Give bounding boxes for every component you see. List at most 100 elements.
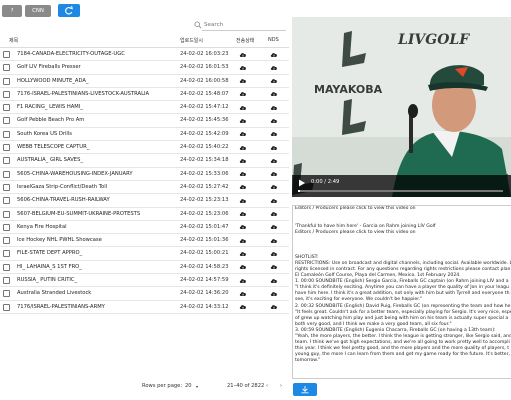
- row-checkbox[interactable]: [3, 237, 10, 245]
- cloud-download-icon[interactable]: [270, 130, 278, 137]
- cloud-download-icon[interactable]: [239, 183, 247, 190]
- row-title: FILE-STATE DEPT APPRO_: [17, 250, 83, 257]
- header-date[interactable]: 업로드일시: [180, 37, 203, 44]
- row-checkbox[interactable]: [3, 104, 10, 112]
- row-checkbox[interactable]: [3, 223, 10, 231]
- play-icon[interactable]: [298, 179, 306, 187]
- table-row[interactable]: 5605-CHINA-WAREHOUSING-INDEX-JANUARY 24-0…: [0, 168, 289, 181]
- refresh-button[interactable]: [58, 4, 80, 17]
- cloud-download-icon[interactable]: [270, 77, 278, 84]
- cloud-download-icon[interactable]: [239, 130, 247, 137]
- cloud-download-icon[interactable]: [239, 290, 247, 297]
- row-checkbox[interactable]: [3, 183, 10, 191]
- row-checkbox[interactable]: [3, 51, 10, 58]
- table-row[interactable]: F1 RACING_ LEWIS HAMI_ 24-02-02 15:47:12: [0, 101, 289, 115]
- cloud-download-icon[interactable]: [270, 237, 278, 244]
- cloud-download-icon[interactable]: [239, 303, 247, 310]
- row-checkbox[interactable]: [3, 303, 10, 311]
- table-row[interactable]: South Korea US Drills 24-02-02 15:42:09: [0, 128, 289, 142]
- table-row[interactable]: Golf LIV Fireballs Presser 24-02-02 16:01…: [0, 61, 289, 75]
- row-checkbox[interactable]: [3, 130, 10, 138]
- table-row[interactable]: Golf Pebble Beach Pro Am 24-02-02 15:45:3…: [0, 114, 289, 128]
- table-row[interactable]: Kenya Fire Hospital 24-02-02 15:01:47: [0, 221, 289, 235]
- video-progress-bar[interactable]: [298, 190, 503, 192]
- cloud-download-icon[interactable]: [270, 303, 278, 310]
- row-checkbox[interactable]: [3, 197, 10, 205]
- row-checkbox[interactable]: [3, 290, 10, 298]
- search-input[interactable]: [202, 19, 286, 31]
- header-nds[interactable]: NDS: [268, 37, 279, 43]
- cloud-download-icon[interactable]: [270, 117, 278, 124]
- cloud-download-icon[interactable]: [270, 104, 278, 111]
- cloud-download-icon[interactable]: [270, 290, 278, 297]
- cloud-download-icon[interactable]: [239, 117, 247, 124]
- row-title: AUSTRALIA_ GIRL SAVES_: [17, 157, 83, 164]
- cloud-download-icon[interactable]: [270, 51, 278, 58]
- cloud-download-icon[interactable]: [239, 210, 247, 217]
- cloud-download-icon[interactable]: [270, 90, 278, 97]
- cloud-download-icon[interactable]: [239, 51, 247, 58]
- cloud-download-icon[interactable]: [239, 170, 247, 177]
- table-row[interactable]: 7176/ISRAEL-PALESTINIANS-ARMY 24-02-02 14…: [0, 301, 289, 314]
- table-row[interactable]: 7176-ISRAEL-PALESTINIANS-LIVESTOCK-AUSTR…: [0, 88, 289, 102]
- cloud-download-icon[interactable]: [270, 250, 278, 257]
- row-checkbox[interactable]: [3, 277, 10, 285]
- row-checkbox[interactable]: [3, 77, 10, 85]
- row-checkbox[interactable]: [3, 250, 10, 258]
- table-row[interactable]: 5607-BELGIUM-EU-SUMMIT-UKRAINE-PROTESTS 2…: [0, 208, 289, 221]
- cloud-download-icon[interactable]: [239, 197, 247, 204]
- cloud-download-icon[interactable]: [270, 263, 278, 270]
- table-row[interactable]: Ice Hockey NHL PWHL Showcase 24-02-02 15:…: [0, 234, 289, 248]
- row-checkbox[interactable]: [3, 157, 10, 165]
- table-row[interactable]: 7184-CANADA-ELECTRICITY-OUTAGE-UGC 24-02-…: [0, 48, 289, 62]
- source-chip-cnn[interactable]: CNN: [25, 5, 51, 17]
- table-row[interactable]: FILE-STATE DEPT APPRO_ 24-02-02 15:00:21: [0, 247, 289, 261]
- table-row[interactable]: WEBB TELESCOPE CAPTUR_ 24-02-02 15:40:22: [0, 141, 289, 155]
- table-row[interactable]: RUSSIA_ PUTIN CRITIC_ 24-02-02 14:57:59: [0, 274, 289, 288]
- row-title: 5606-CHINA-TRAVEL-RUSH-RAILWAY: [17, 197, 110, 204]
- cloud-download-icon[interactable]: [270, 197, 278, 204]
- cloud-download-icon[interactable]: [239, 157, 247, 164]
- cloud-download-icon[interactable]: [239, 223, 247, 230]
- row-checkbox[interactable]: [3, 170, 10, 178]
- cloud-download-icon[interactable]: [239, 77, 247, 84]
- cloud-download-icon[interactable]: [239, 104, 247, 111]
- cloud-download-icon[interactable]: [239, 277, 247, 284]
- next-page-button[interactable]: ›: [280, 383, 282, 389]
- video-player[interactable]: MAYAKOBA LIVGOLF: [292, 17, 511, 197]
- row-checkbox[interactable]: [3, 210, 10, 218]
- table-row[interactable]: HI_ LAHAINA_S 1ST FRO_ 24-02-02 14:58:23: [0, 261, 289, 275]
- header-download[interactable]: 전송상태: [236, 37, 254, 44]
- row-checkbox[interactable]: [3, 90, 10, 98]
- table-row[interactable]: 5606-CHINA-TRAVEL-RUSH-RAILWAY 24-02-02 1…: [0, 194, 289, 208]
- table-row[interactable]: AUSTRALIA_ GIRL SAVES_ 24-02-02 15:34:18: [0, 154, 289, 168]
- cloud-download-icon[interactable]: [270, 144, 278, 151]
- chevron-down-icon[interactable]: ▾: [196, 384, 198, 389]
- cloud-download-icon[interactable]: [239, 250, 247, 257]
- rows-per-page-select[interactable]: 20: [185, 383, 192, 389]
- prev-page-button[interactable]: ‹: [266, 383, 268, 389]
- cloud-download-icon[interactable]: [239, 237, 247, 244]
- row-checkbox[interactable]: [3, 64, 10, 72]
- table-row[interactable]: IsraelGaza Strip-Conflict/Death Toll 24-0…: [0, 181, 289, 195]
- cloud-download-icon[interactable]: [239, 263, 247, 270]
- cloud-download-icon[interactable]: [270, 183, 278, 190]
- cloud-download-icon[interactable]: [270, 277, 278, 284]
- table-row[interactable]: HOLLYWOOD MINUTE_ADA_ 24-02-02 16:00:58: [0, 75, 289, 88]
- cloud-download-icon[interactable]: [270, 170, 278, 177]
- row-checkbox[interactable]: [3, 117, 10, 125]
- table-row[interactable]: Australia Stranded Livestock 24-02-02 14:…: [0, 287, 289, 301]
- cloud-download-icon[interactable]: [270, 64, 278, 71]
- cloud-download-icon[interactable]: [239, 90, 247, 97]
- cloud-download-icon[interactable]: [270, 223, 278, 230]
- row-checkbox[interactable]: [3, 144, 10, 152]
- cloud-download-icon[interactable]: [270, 210, 278, 217]
- filter-chip[interactable]: ?: [2, 5, 22, 17]
- download-button[interactable]: [293, 383, 317, 396]
- cloud-download-icon[interactable]: [270, 157, 278, 164]
- header-title[interactable]: 제목: [9, 37, 18, 44]
- cloud-download-icon[interactable]: [239, 64, 247, 71]
- cloud-download-icon[interactable]: [239, 144, 247, 151]
- description-panel[interactable]: Editors / Producers please click to view…: [292, 205, 511, 379]
- row-checkbox[interactable]: [3, 263, 10, 271]
